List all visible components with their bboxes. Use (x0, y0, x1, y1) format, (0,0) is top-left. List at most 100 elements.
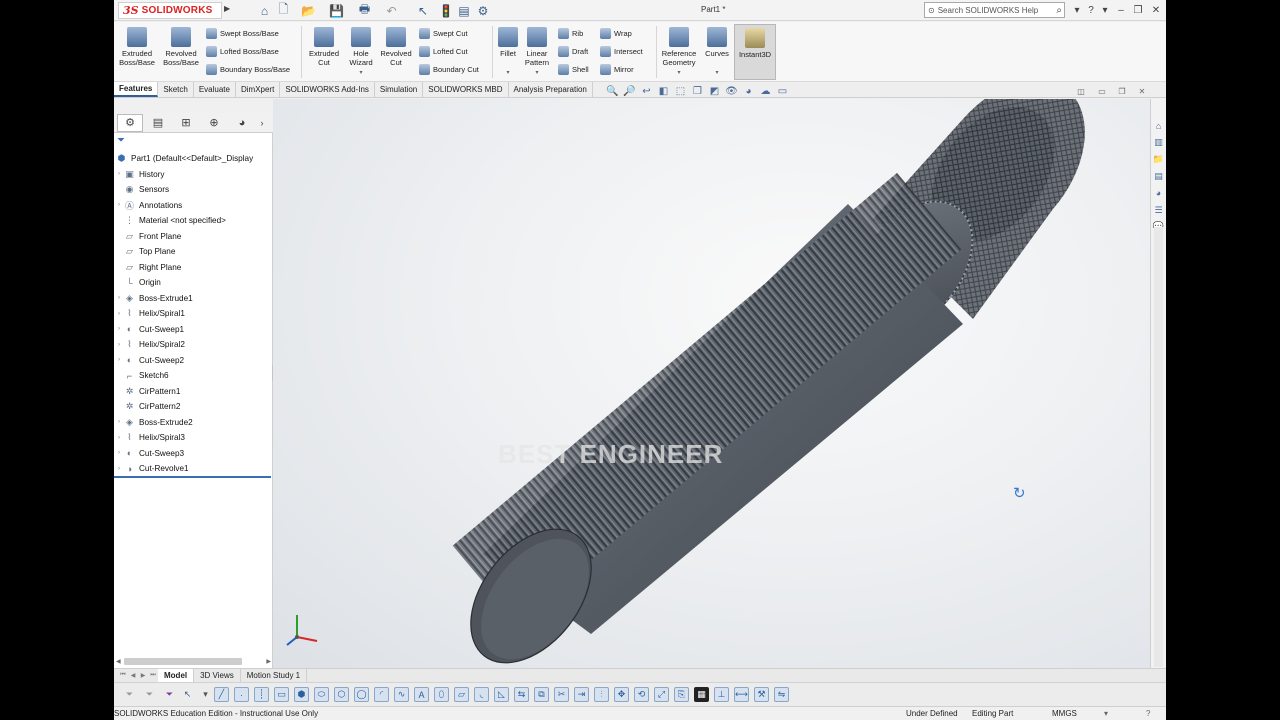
hole-wizard-button[interactable]: Hole Wizard ▾ (344, 24, 378, 80)
filter-edges-icon[interactable]: ⏷ (142, 687, 157, 702)
scroll-left-arrow-icon[interactable]: ◀ (116, 658, 121, 665)
feature-manager-tree-icon[interactable]: ⚙ (117, 113, 143, 132)
select-tool-icon[interactable]: ↖ (180, 687, 195, 702)
tree-item-cut-sweep2[interactable]: › ◐ Cut-Sweep2 (114, 353, 273, 369)
tree-root-part[interactable]: ⬢ Part1 (Default<<Default>_Display (114, 151, 273, 167)
restore-icon[interactable]: ❐ (1131, 3, 1145, 18)
tree-item-front-plane[interactable]: ▱ Front Plane (114, 229, 273, 245)
filter-faces-icon[interactable]: ⏷ (122, 687, 137, 702)
sketch-trim-icon[interactable]: ✂ (554, 687, 569, 702)
linear-pattern-button[interactable]: Linear Pattern ▾ (522, 24, 552, 80)
viewport-close-icon[interactable]: ✕ (1136, 86, 1148, 96)
search-icon[interactable]: ⌕ (1056, 5, 1062, 16)
sketch-move-icon[interactable]: ✥ (614, 687, 629, 702)
task-pane-scrollbar[interactable] (1154, 227, 1163, 667)
sketch-polygon-icon[interactable]: ⬡ (334, 687, 349, 702)
rib-button[interactable]: Rib (558, 26, 583, 41)
tree-item-cirpattern2[interactable]: ✲ CirPattern2 (114, 399, 273, 415)
sketch-convert-icon[interactable]: ⇋ (774, 687, 789, 702)
intersect-button[interactable]: Intersect (600, 44, 643, 59)
boundary-cut-button[interactable]: Boundary Cut (419, 62, 479, 77)
instant3d-button[interactable]: Instant3D (734, 24, 776, 80)
appearances-icon[interactable]: ◕ (1152, 186, 1165, 200)
tree-item-annotations[interactable]: › Ⓐ Annotations (114, 198, 273, 214)
revolved-boss-button[interactable]: Revolved Boss/Base (161, 24, 201, 80)
boundary-boss-button[interactable]: Boundary Boss/Base (206, 62, 290, 77)
dropdown-arrow-icon[interactable]: ▾ (359, 69, 362, 78)
lofted-boss-button[interactable]: Lofted Boss/Base (206, 44, 279, 59)
solidworks-logo[interactable]: 3S SOLIDWORKS (118, 2, 222, 19)
search-input[interactable]: ⊙ Search SOLIDWORKS Help ⌕ (924, 2, 1065, 18)
tab-motion-study[interactable]: Motion Study 1 (241, 669, 308, 682)
sketch-rectangle-icon[interactable]: ▭ (274, 687, 289, 702)
expand-arrow-icon[interactable]: › (114, 357, 124, 363)
tab-3d-views[interactable]: 3D Views (194, 669, 241, 682)
sketch-split-icon[interactable]: ⫶ (594, 687, 609, 702)
tab-last-arrow-icon[interactable]: ⏭ (148, 669, 158, 682)
filter-icon[interactable]: ⏷ (117, 135, 125, 146)
sketch-ellipse-icon[interactable]: ⬯ (434, 687, 449, 702)
sketch-fillet-icon[interactable]: ◟ (474, 687, 489, 702)
tab-evaluate[interactable]: Evaluate (194, 82, 236, 97)
expand-arrow-icon[interactable]: › (114, 435, 124, 441)
custom-properties-icon[interactable]: ☰ (1152, 203, 1165, 217)
options-gear-icon[interactable]: ⚙ (477, 3, 489, 18)
extruded-boss-button[interactable]: Extruded Boss/Base (118, 24, 156, 80)
tree-item-helix2[interactable]: › ⌇ Helix/Spiral2 (114, 337, 273, 353)
sketch-mirror-icon[interactable]: ⇆ (514, 687, 529, 702)
display-style-icon[interactable]: ◩ (708, 85, 721, 98)
home-icon[interactable]: ⌂ (257, 3, 272, 18)
design-library-icon[interactable]: ▥ (1152, 135, 1165, 149)
horizontal-scrollbar[interactable]: ◀ ▶ (116, 656, 271, 666)
viewport-minimize-icon[interactable]: ▭ (1096, 86, 1108, 96)
view-orientation-icon[interactable]: ❒ (691, 85, 704, 98)
wrap-button[interactable]: Wrap (600, 26, 632, 41)
dropdown-arrow-icon[interactable]: ▾ (535, 69, 538, 78)
help-icon[interactable]: ? (1084, 3, 1098, 18)
tab-prev-arrow-icon[interactable]: ◀ (128, 669, 138, 682)
save-icon[interactable]: 💾 (329, 3, 344, 18)
units-dropdown-icon[interactable]: ▾ (1104, 709, 1108, 718)
rollback-bar[interactable] (114, 476, 271, 478)
scroll-right-arrow-icon[interactable]: ▶ (266, 658, 271, 665)
tree-item-origin[interactable]: └ Origin (114, 275, 273, 291)
tree-item-boss-extrude1[interactable]: › ◈ Boss-Extrude1 (114, 291, 273, 307)
mirror-button[interactable]: Mirror (600, 62, 634, 77)
sketch-plane-icon[interactable]: ▱ (454, 687, 469, 702)
sketch-extend-icon[interactable]: ⇥ (574, 687, 589, 702)
search-dropdown-icon[interactable]: ▾ (1070, 3, 1084, 18)
sketch-centerline-icon[interactable]: ┊ (254, 687, 269, 702)
tab-mbd[interactable]: SOLIDWORKS MBD (423, 82, 509, 97)
select-dropdown-icon[interactable]: ▾ (198, 687, 213, 702)
dynamic-annotation-icon[interactable]: ⬚ (674, 85, 687, 98)
tab-next-arrow-icon[interactable]: ▶ (138, 669, 148, 682)
sketch-slot-icon[interactable]: ⬭ (314, 687, 329, 702)
minimize-icon[interactable]: – (1114, 3, 1128, 18)
tab-sketch[interactable]: Sketch (158, 82, 194, 97)
sketch-text-icon[interactable]: A (414, 687, 429, 702)
rebuild-icon[interactable]: 🚦 (439, 3, 454, 18)
select-arrow-icon[interactable]: ↖ (418, 3, 428, 18)
expand-arrow-icon[interactable]: › (114, 419, 124, 425)
tree-item-helix3[interactable]: › ⌇ Helix/Spiral3 (114, 430, 273, 446)
tab-simulation[interactable]: Simulation (375, 82, 424, 97)
zoom-to-fit-icon[interactable]: 🔍 (606, 85, 619, 98)
tree-item-material[interactable]: ⋮ Material <not specified> (114, 213, 273, 229)
open-folder-icon[interactable]: 📂 (300, 3, 317, 18)
viewport-link-icon[interactable]: ◫ (1075, 86, 1087, 96)
sketch-arc-icon[interactable]: ◜ (374, 687, 389, 702)
expand-arrow-icon[interactable]: › (114, 466, 124, 472)
tab-features[interactable]: Features (114, 82, 159, 97)
swept-boss-button[interactable]: Swept Boss/Base (206, 26, 279, 41)
scrollbar-thumb[interactable] (123, 657, 242, 665)
revolved-cut-button[interactable]: Revolved Cut (378, 24, 414, 80)
expand-arrow-icon[interactable]: › (114, 450, 124, 456)
new-document-icon[interactable]: 🗋 (276, 2, 291, 18)
status-help-icon[interactable]: ? (1146, 709, 1150, 718)
sketch-3d-icon[interactable]: ⬢ (294, 687, 309, 702)
tab-model[interactable]: Model (158, 669, 195, 682)
tree-item-sketch6[interactable]: ⌐ Sketch6 (114, 368, 273, 384)
solidworks-resources-icon[interactable]: ⌂ (1152, 119, 1165, 133)
swept-cut-button[interactable]: Swept Cut (419, 26, 468, 41)
sketch-dimension-icon[interactable]: ⟷ (734, 687, 749, 702)
